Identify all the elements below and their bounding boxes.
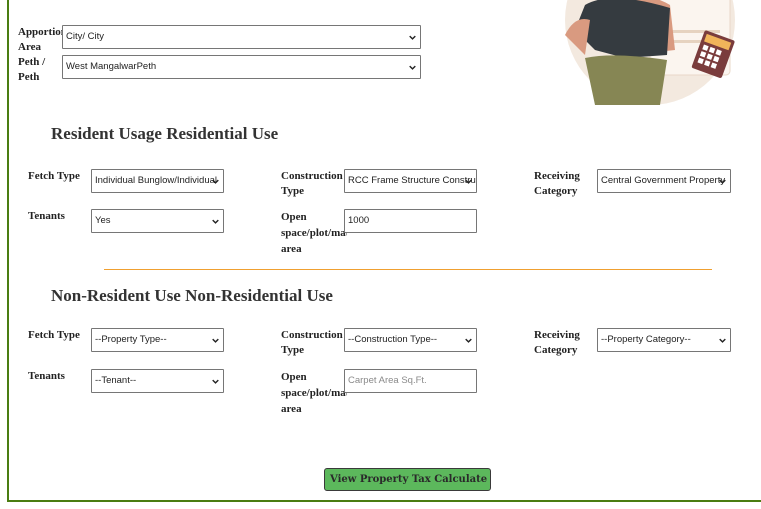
peth-value: West MangalwarPeth [66, 61, 157, 72]
chevron-down-icon [212, 379, 219, 384]
res-tenants-label: Tenants [28, 210, 65, 222]
res-construction-type-value: RCC Frame Structure Construction [348, 175, 476, 186]
res-receiving-category-label: Receiving Category [534, 170, 580, 197]
nonres-receiving-category-label: Receiving Category [534, 329, 580, 356]
nonres-fetch-type-select[interactable]: --Property Type-- [91, 328, 224, 352]
res-fetch-type-value: Individual Bunglow/Individual [95, 175, 217, 186]
res-tenants-select[interactable]: Yes [91, 209, 224, 233]
chevron-down-icon [409, 35, 416, 40]
person-calculator-illustration [565, 0, 735, 105]
apportion-area-value: City/ City [66, 31, 104, 42]
nonres-construction-type-value: --Construction Type-- [348, 334, 438, 345]
nonres-tenants-value: --Tenant-- [95, 375, 137, 386]
residential-heading: Resident Usage Residential Use [51, 124, 279, 143]
nonres-construction-type-label: Construction Type [281, 329, 343, 356]
res-construction-type-label: Construction Type [281, 170, 343, 197]
res-fetch-type-select[interactable]: Individual Bunglow/Individual [91, 169, 224, 193]
peth-label: Peth / Peth [18, 56, 46, 83]
res-receiving-category-select[interactable]: Central Government Property [597, 169, 731, 193]
chevron-down-icon [465, 179, 472, 184]
peth-select[interactable]: West MangalwarPeth [62, 55, 421, 79]
nonres-receiving-category-value: --Property Category-- [601, 334, 691, 345]
res-open-space-input[interactable]: 1000 [344, 209, 477, 233]
chevron-down-icon [719, 179, 726, 184]
res-open-space-label: Open space/plot/mat area [281, 211, 347, 255]
chevron-down-icon [212, 338, 219, 343]
chevron-down-icon [465, 338, 472, 343]
chevron-down-icon [719, 338, 726, 343]
chevron-down-icon [409, 65, 416, 70]
chevron-down-icon [212, 179, 219, 184]
section-divider [104, 269, 712, 270]
nonres-construction-type-select[interactable]: --Construction Type-- [344, 328, 477, 352]
res-receiving-category-value: Central Government Property [601, 175, 726, 186]
nonres-open-space-label: Open space/plot/mat area [281, 371, 347, 415]
nonres-receiving-category-select[interactable]: --Property Category-- [597, 328, 731, 352]
nonres-tenants-label: Tenants [28, 370, 65, 382]
nonres-open-space-input[interactable]: Carpet Area Sq.Ft. [344, 369, 477, 393]
chevron-down-icon [212, 219, 219, 224]
nonres-tenants-select[interactable]: --Tenant-- [91, 369, 224, 393]
res-tenants-value: Yes [95, 215, 111, 226]
non-residential-heading: Non-Resident Use Non-Residential Use [51, 286, 333, 305]
res-construction-type-select[interactable]: RCC Frame Structure Construction [344, 169, 477, 193]
nonres-fetch-type-label: Fetch Type [28, 329, 80, 341]
res-fetch-type-label: Fetch Type [28, 170, 80, 182]
apportion-area-select[interactable]: City/ City [62, 25, 421, 49]
nonres-fetch-type-value: --Property Type-- [95, 334, 167, 345]
view-property-tax-button[interactable]: View Property Tax Calculate Tax [324, 468, 491, 491]
apportion-area-label: Apportion Area [18, 26, 62, 53]
